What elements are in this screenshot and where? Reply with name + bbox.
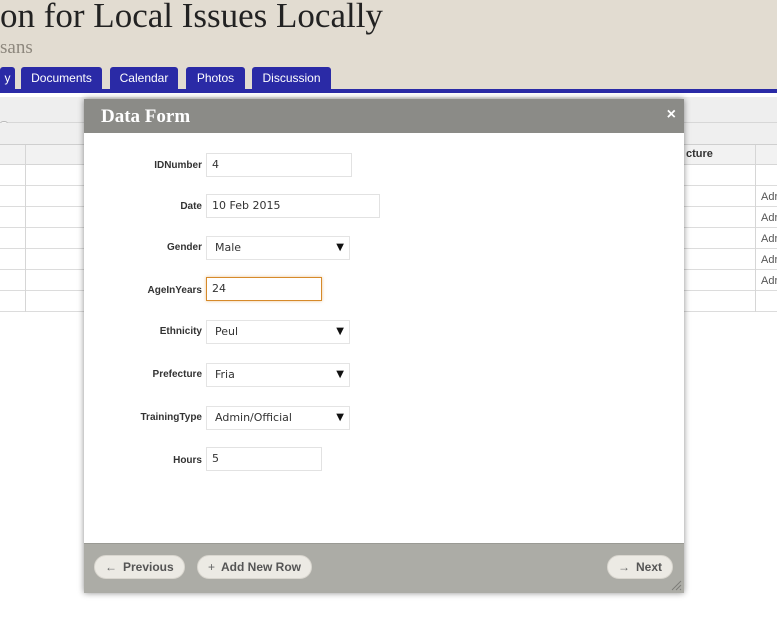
dialog-title-bar[interactable]: Data Form × <box>84 99 684 133</box>
tab-photos[interactable]: Photos <box>186 67 245 89</box>
training-type-select[interactable]: Admin/Official ▼ <box>206 406 350 430</box>
grid-column-prefecture-header[interactable]: cture <box>686 148 713 160</box>
grid-cell: Adr <box>761 254 777 266</box>
plus-icon: + <box>208 560 216 574</box>
next-button-label: Next <box>636 560 663 574</box>
grid-column-divider <box>25 145 26 312</box>
site-title: on for Local Issues Locally <box>0 0 383 35</box>
tab-underline <box>0 89 777 93</box>
gender-select[interactable]: Male ▼ <box>206 236 350 260</box>
tab-documents[interactable]: Documents <box>21 67 102 89</box>
prefecture-selected-value: Fria <box>215 368 235 381</box>
grid-column-divider <box>755 145 756 312</box>
arrow-left-icon: ← <box>105 560 117 574</box>
site-header: on for Local Issues Locally sans y Docum… <box>0 0 777 90</box>
grid-cell: Adr <box>761 212 777 224</box>
arrow-right-icon: → <box>618 560 630 574</box>
ethnicity-select[interactable]: Peul ▼ <box>206 320 350 344</box>
close-icon[interactable]: × <box>667 106 676 124</box>
ethnicity-label: Ethnicity <box>159 326 202 337</box>
data-form-dialog: Data Form × IDNumber 4 Date 10 Feb 2015 … <box>84 99 684 593</box>
add-new-row-button-label: Add New Row <box>221 560 302 574</box>
dialog-title: Data Form <box>101 106 191 127</box>
site-subtitle: sans <box>0 37 33 58</box>
grid-cell: Adr <box>761 275 777 287</box>
ethnicity-selected-value: Peul <box>215 325 239 338</box>
date-field[interactable]: 10 Feb 2015 <box>206 194 380 218</box>
hours-field[interactable]: 5 <box>206 447 322 471</box>
tab-calendar[interactable]: Calendar <box>110 67 178 89</box>
prefecture-label: Prefecture <box>152 369 202 380</box>
chevron-down-icon: ▼ <box>336 326 344 337</box>
tab-discussion[interactable]: Discussion <box>252 67 331 89</box>
resize-grip-icon[interactable] <box>670 579 682 591</box>
previous-button-label: Previous <box>123 560 174 574</box>
age-field[interactable]: 24 <box>206 277 322 301</box>
previous-button[interactable]: ← Previous <box>94 555 185 579</box>
prefecture-select[interactable]: Fria ▼ <box>206 363 350 387</box>
idnumber-label: IDNumber <box>154 160 202 171</box>
gender-label: Gender <box>166 242 202 253</box>
age-label: AgeInYears <box>147 285 202 296</box>
training-type-selected-value: Admin/Official <box>215 411 292 424</box>
idnumber-field[interactable]: 4 <box>206 153 352 177</box>
gender-selected-value: Male <box>215 241 242 254</box>
hours-label: Hours <box>173 455 202 466</box>
training-type-label: TrainingType <box>140 412 203 423</box>
add-new-row-button[interactable]: + Add New Row <box>197 555 313 579</box>
grid-cell: Adr <box>761 233 777 245</box>
chevron-down-icon: ▼ <box>336 412 344 423</box>
grid-cell: Adr <box>761 191 777 203</box>
tab-partial[interactable]: y <box>0 67 15 89</box>
chevron-down-icon: ▼ <box>336 242 344 253</box>
next-button[interactable]: → Next <box>607 555 674 579</box>
chevron-down-icon: ▼ <box>336 369 344 380</box>
date-label: Date <box>180 201 202 212</box>
dialog-footer: ← Previous + Add New Row → Next <box>84 543 684 593</box>
